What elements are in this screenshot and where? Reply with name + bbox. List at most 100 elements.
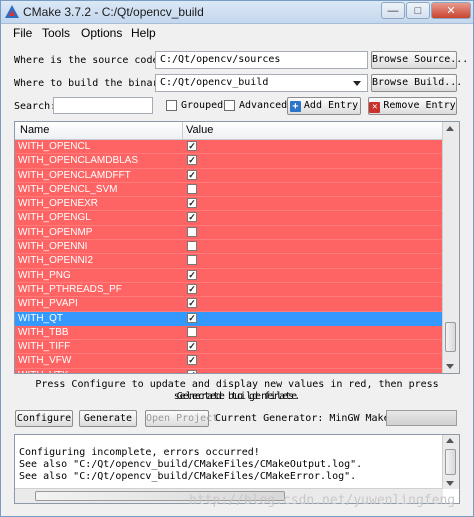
row-value-checkbox[interactable]: ✓	[187, 341, 197, 352]
row-value-checkbox[interactable]: ✓	[187, 312, 197, 323]
table-row[interactable]: WITH_OPENNI2	[15, 254, 443, 269]
table-row[interactable]: WITH_OPENCL ✓	[15, 140, 443, 155]
row-name: WITH_OPENMP	[18, 226, 93, 238]
row-name: WITH_OPENCLAMDBLAS	[18, 155, 139, 167]
menu-bar: File Tools Options Help	[1, 24, 473, 43]
table-row[interactable]: WITH_OPENMP	[15, 225, 443, 241]
grouped-checkbox[interactable]	[166, 100, 177, 111]
row-value-checkbox[interactable]	[187, 326, 197, 337]
advanced-checkbox[interactable]	[224, 100, 235, 111]
plus-icon: +	[289, 101, 301, 112]
table-row[interactable]: WITH_OPENNI	[15, 240, 443, 255]
progress-bar	[386, 410, 457, 426]
column-value-header[interactable]: Value	[186, 124, 213, 136]
row-value-checkbox[interactable]	[187, 255, 197, 266]
row-name: WITH_OPENCL	[18, 141, 91, 152]
row-value-checkbox[interactable]: ✓	[187, 269, 197, 280]
minimize-button[interactable]: —	[381, 2, 405, 19]
row-value-checkbox[interactable]: ✓	[187, 298, 197, 309]
table-row[interactable]: WITH_OPENGL ✓	[15, 211, 443, 226]
row-name: WITH_PTHREADS_PF	[18, 283, 122, 295]
row-name: WITH_TIFF	[18, 341, 71, 353]
scroll-up-icon[interactable]	[446, 438, 454, 443]
scroll-down-icon[interactable]	[446, 364, 454, 369]
row-name: WITH_VFW	[18, 355, 72, 367]
row-value-checkbox[interactable]	[187, 226, 197, 237]
row-value-checkbox[interactable]: ✓	[187, 369, 197, 373]
row-value-checkbox[interactable]: ✓	[187, 283, 197, 294]
output-line: Configuring incomplete, errors occurred!	[19, 447, 260, 458]
remove-entry-button[interactable]: ✕ Remove Entry	[368, 97, 457, 115]
row-value-checkbox[interactable]: ✓	[187, 155, 197, 166]
row-name: WITH_PVAPI	[18, 298, 78, 310]
row-name: WITH_TBB	[18, 326, 69, 338]
maximize-button[interactable]: □	[406, 2, 430, 19]
table-row[interactable]: WITH_TIFF ✓	[15, 340, 443, 355]
source-input[interactable]: C:/Qt/opencv/sources	[155, 51, 368, 69]
add-entry-label: Add Entry	[303, 100, 359, 111]
configure-button[interactable]: Configure	[15, 410, 73, 427]
row-value-checkbox[interactable]	[187, 241, 197, 252]
row-name: WITH_OPENNI2	[18, 255, 94, 267]
row-value-checkbox[interactable]: ✓	[187, 198, 197, 209]
title-bar[interactable]: CMake 3.7.2 - C:/Qt/opencv_build — □ ✕	[1, 1, 473, 24]
scroll-down-icon[interactable]	[446, 481, 454, 486]
row-value-checkbox[interactable]	[187, 183, 197, 194]
advanced-label: Advanced	[239, 100, 288, 111]
row-name: WITH_OPENGL	[18, 212, 91, 224]
row-value-checkbox[interactable]: ✓	[187, 212, 197, 223]
table-row[interactable]: WITH_PVAPI ✓	[15, 297, 443, 312]
close-button[interactable]: ✕	[431, 2, 471, 19]
output-vertical-scrollbar[interactable]	[442, 435, 459, 489]
grouped-label: Grouped	[181, 100, 224, 111]
output-scroll-thumb[interactable]	[445, 449, 456, 475]
column-name-header[interactable]: Name	[20, 124, 49, 136]
search-input[interactable]	[53, 97, 153, 114]
table-row[interactable]: WITH_OPENCLAMDFFT ✓	[15, 168, 443, 183]
generate-button[interactable]: Generate	[79, 410, 137, 427]
row-value-checkbox[interactable]: ✓	[187, 141, 197, 151]
table-row[interactable]: WITH_PNG ✓	[15, 268, 443, 283]
browse-source-button[interactable]: Browse Source...	[371, 51, 468, 69]
row-name: WITH_PNG	[18, 269, 71, 281]
source-label: Where is the source code:	[14, 55, 165, 66]
row-name: WITH_OPENCL_SVM	[18, 183, 118, 195]
remove-entry-label: Remove Entry	[383, 100, 456, 111]
scroll-up-icon[interactable]	[446, 126, 454, 131]
column-divider[interactable]	[182, 122, 183, 139]
watermark-text: http://blog.csdn.net/yuwenlingfeng	[189, 493, 456, 508]
menu-tools[interactable]: Tools	[42, 26, 70, 40]
output-line: See also "C:/Qt/opencv_build/CMakeFiles/…	[19, 471, 357, 482]
menu-file[interactable]: File	[13, 26, 32, 40]
table-row[interactable]: WITH_VFW ✓	[15, 354, 443, 369]
table-row[interactable]: WITH_VTK ✓	[15, 368, 443, 373]
table-header: Name Value	[15, 122, 443, 140]
table-rows: WITH_OPENCL ✓ WITH_OPENCLAMDBLAS ✓ WITH_OPEN…	[15, 140, 443, 373]
row-name: WITH_OPENCLAMDFFT	[18, 169, 131, 181]
output-line: See also "C:/Qt/opencv_build/CMakeFiles/…	[19, 459, 363, 470]
table-row[interactable]: WITH_QT ✓	[15, 311, 443, 326]
table-scroll-thumb[interactable]	[445, 322, 456, 352]
build-value: C:/Qt/opencv_build	[160, 77, 269, 88]
hint-line-2: selected build files.	[173, 391, 301, 402]
cmake-window: CMake 3.7.2 - C:/Qt/opencv_build — □ ✕ F…	[0, 0, 474, 517]
menu-options[interactable]: Options	[81, 26, 122, 40]
row-value-checkbox[interactable]: ✓	[187, 169, 197, 180]
open-project-button[interactable]: Open Project	[145, 410, 218, 427]
table-row[interactable]: WITH_OPENEXR ✓	[15, 197, 443, 212]
add-entry-button[interactable]: + Add Entry	[287, 97, 361, 115]
row-name: WITH_VTK	[18, 370, 69, 373]
menu-help[interactable]: Help	[131, 26, 156, 40]
row-name: WITH_OPENEXR	[18, 198, 99, 210]
table-row[interactable]: WITH_OPENCL_SVM	[15, 182, 443, 198]
table-row[interactable]: WITH_TBB	[15, 325, 443, 341]
table-vertical-scrollbar[interactable]	[442, 122, 459, 373]
table-row[interactable]: WITH_PTHREADS_PF ✓	[15, 282, 443, 298]
row-value-checkbox[interactable]: ✓	[187, 355, 197, 366]
chevron-down-icon[interactable]	[353, 81, 361, 86]
build-combobox[interactable]: C:/Qt/opencv_build	[155, 74, 368, 92]
row-name: WITH_OPENNI	[18, 241, 88, 253]
table-row[interactable]: WITH_OPENCLAMDBLAS ✓	[15, 154, 443, 169]
browse-build-button[interactable]: Browse Build...	[371, 74, 462, 92]
search-label: Search:	[14, 101, 57, 112]
